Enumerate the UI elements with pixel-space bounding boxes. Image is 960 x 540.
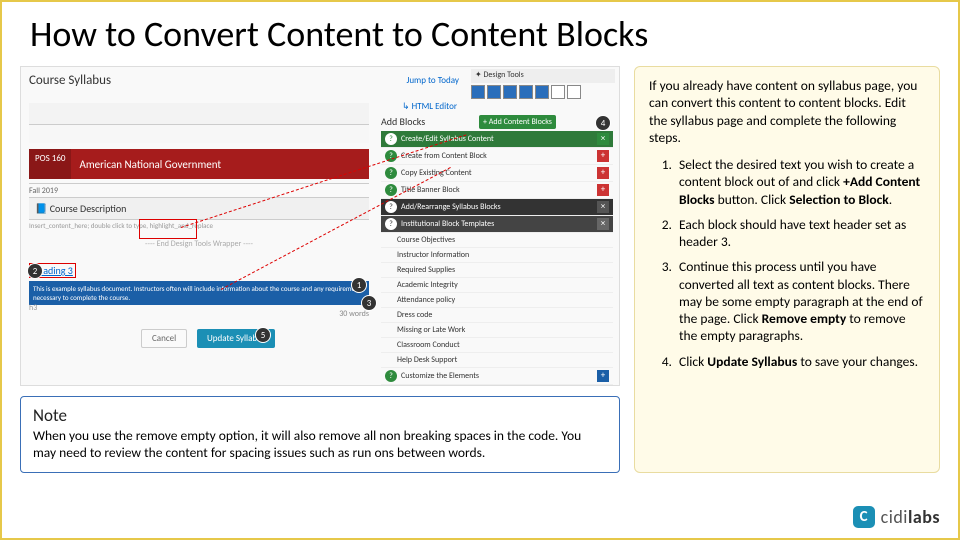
screenshot-row-inst-templates: ?Institutional Block Templates× [381, 216, 613, 233]
note-body: When you use the remove empty option, it… [33, 428, 607, 462]
screenshot-row-customize-label: Customize the Elements [401, 371, 479, 381]
instruction-step-3: Continue this process until you have con… [675, 258, 925, 344]
screenshot-row-customize: ?Customize the Elements+ [381, 368, 613, 385]
screenshot-sub-integrity: Academic Integrity [381, 278, 613, 293]
logo-brand-bold: labs [908, 506, 940, 528]
screenshot-callout-3: 3 [361, 295, 377, 311]
screenshot-row-advanced: ?Add Advanced Elements+ [381, 385, 613, 386]
screenshot-callout-5: 5 [255, 327, 271, 343]
screenshot-example-text: This is example syllabus document. Instr… [29, 281, 369, 305]
step4-text-pre: Click [679, 353, 707, 370]
screenshot-add-blocks-header: Add Blocks [381, 115, 471, 128]
screenshot-sub-instructor-label: Instructor Information [397, 250, 469, 260]
left-column: Course Syllabus Jump to Today ✦ Design T… [20, 66, 620, 473]
screenshot-callout-2: 2 [27, 263, 43, 279]
screenshot-sub-helpdesk: Help Desk Support [381, 353, 613, 368]
screenshot-course-code: POS 160 [29, 149, 71, 179]
screenshot-row-create-edit-label: Create/Edit Syllabus Content [401, 134, 494, 144]
screenshot-course-description-heading: 📘 Course Description [29, 197, 369, 220]
screenshot-callout-1: 1 [351, 277, 367, 293]
step1-text-mid: button. Click [715, 191, 790, 208]
screenshot-course-description-label: Course Description [50, 202, 127, 215]
step4-bold: Update Syllabus [707, 353, 797, 370]
screenshot-callout-4: 4 [595, 115, 611, 131]
screenshot-sub-dresscode: Dress code [381, 308, 613, 323]
screenshot-row-create-from-label: Create from Content Block [401, 151, 487, 161]
screenshot-insert-hint: Insert_content_here; double click to typ… [29, 221, 369, 230]
instruction-step-4: Click Update Syllabus to save your chang… [675, 353, 925, 370]
screenshot-row-title-banner-label: Title Banner Block [401, 185, 460, 195]
screenshot-sub-conduct: Classroom Conduct [381, 338, 613, 353]
screenshot-row-copy-existing: ?Copy Existing Content+ [381, 165, 613, 182]
note-box: Note When you use the remove empty optio… [20, 396, 620, 473]
app-screenshot: Course Syllabus Jump to Today ✦ Design T… [20, 66, 620, 386]
screenshot-word-count: 30 words [339, 309, 369, 319]
screenshot-sub-missing-label: Missing or Late Work [397, 325, 465, 335]
screenshot-course-banner: POS 160 American National Government [29, 149, 369, 179]
instructions-list: Select the desired text you wish to crea… [649, 156, 925, 370]
screenshot-term-label: Fall 2019 [29, 183, 369, 198]
footer-logo: C cidilabs [853, 506, 940, 528]
screenshot-row-inst-templates-label: Institutional Block Templates [401, 219, 494, 229]
instruction-step-2: Each block should have text header set a… [675, 216, 925, 251]
step4-text-post: to save your changes. [797, 353, 918, 370]
instructions-panel: If you already have content on syllabus … [634, 66, 940, 473]
screenshot-rich-toolbar-2 [29, 125, 369, 143]
screenshot-row-add-rearrange: ?Add/Rearrange Syllabus Blocks× [381, 199, 613, 216]
screenshot-sub-helpdesk-label: Help Desk Support [397, 355, 457, 365]
step3-bold: Remove empty [762, 310, 847, 327]
screenshot-html-editor-link: ↳ HTML Editor [402, 101, 457, 112]
screenshot-wrapper-text: ---- End Design Tools Wrapper ---- [29, 239, 369, 249]
page-title: How to Convert Content to Content Blocks [2, 2, 958, 62]
screenshot-course-name: American National Government [71, 158, 221, 171]
step1-text-post: . [889, 191, 892, 208]
logo-brand-light: cidi [881, 506, 908, 528]
logo-badge-icon: C [853, 506, 875, 528]
screenshot-row-create-edit: ?Create/Edit Syllabus Content× [381, 131, 613, 148]
screenshot-row-add-rearrange-label: Add/Rearrange Syllabus Blocks [401, 202, 501, 212]
screenshot-sub-missing: Missing or Late Work [381, 323, 613, 338]
step1-bold-2: Selection to Block [789, 191, 889, 208]
instructions-intro: If you already have content on syllabus … [649, 77, 925, 146]
screenshot-sub-instructor: Instructor Information [381, 248, 613, 263]
screenshot-cancel-button: Cancel [141, 329, 187, 348]
screenshot-side-panel: ?Create/Edit Syllabus Content× ?Create f… [381, 131, 613, 386]
screenshot-sub-attendance: Attendance policy [381, 293, 613, 308]
screenshot-h3-tag: h3 [29, 303, 37, 313]
screenshot-sub-required: Required Supplies [381, 263, 613, 278]
screenshot-sub-attendance-label: Attendance policy [397, 295, 455, 305]
logo-brand-text: cidilabs [881, 506, 940, 528]
note-title: Note [33, 405, 607, 426]
main-content: Course Syllabus Jump to Today ✦ Design T… [2, 62, 958, 473]
screenshot-sub-required-label: Required Supplies [397, 265, 455, 275]
screenshot-sub-course-obj-label: Course Objectives [397, 235, 455, 245]
screenshot-course-syllabus-label: Course Syllabus [29, 73, 111, 88]
screenshot-add-content-blocks-button: + Add Content Blocks [479, 115, 556, 129]
screenshot-rich-toolbar [29, 103, 369, 125]
instruction-step-1: Select the desired text you wish to crea… [675, 156, 925, 208]
screenshot-sub-course-obj: Course Objectives [381, 233, 613, 248]
screenshot-sub-dresscode-label: Dress code [397, 310, 432, 320]
screenshot-tool-checkboxes [471, 85, 615, 99]
screenshot-sub-integrity-label: Academic Integrity [397, 280, 458, 290]
screenshot-design-tools-bar: ✦ Design Tools [471, 69, 615, 83]
screenshot-jump-today-link: Jump to Today [406, 75, 459, 86]
screenshot-sub-conduct-label: Classroom Conduct [397, 340, 460, 350]
